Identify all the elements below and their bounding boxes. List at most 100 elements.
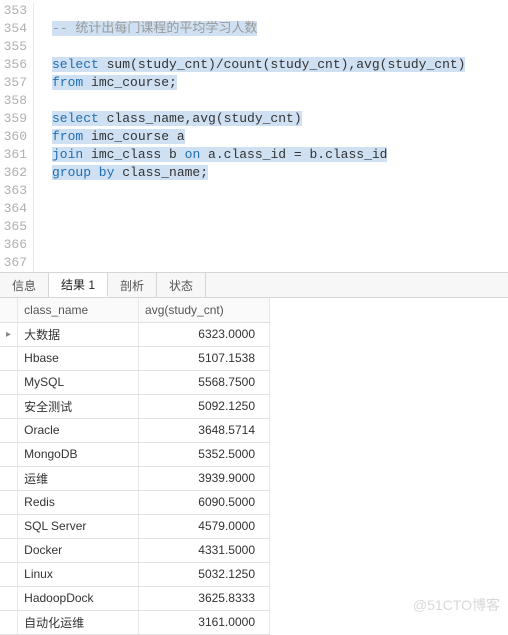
code-token: a.class_id = b.class_id bbox=[208, 147, 387, 162]
table-row[interactable]: 自动化运维3161.0000 bbox=[0, 610, 270, 634]
cell-class-name[interactable]: MySQL bbox=[18, 370, 139, 394]
cell-class-name[interactable]: 自动化运维 bbox=[18, 610, 139, 634]
cell-avg[interactable]: 6323.0000 bbox=[139, 322, 270, 346]
line-number: 365 bbox=[0, 218, 27, 236]
code-content[interactable]: -- 统计出每门课程的平均学习人数 select sum(study_cnt)/c… bbox=[34, 2, 508, 272]
code-line[interactable] bbox=[52, 38, 508, 56]
code-token: class_name,avg(study_cnt) bbox=[107, 111, 302, 126]
col-avg[interactable]: avg(study_cnt) bbox=[139, 298, 270, 322]
cell-avg[interactable]: 3648.5714 bbox=[139, 418, 270, 442]
code-token: imc_class b bbox=[91, 147, 185, 162]
code-line[interactable] bbox=[52, 218, 508, 236]
code-line[interactable]: select class_name,avg(study_cnt) bbox=[52, 110, 508, 128]
cell-class-name[interactable]: Hbase bbox=[18, 346, 139, 370]
cell-class-name[interactable]: 运维 bbox=[18, 466, 139, 490]
cell-avg[interactable]: 5092.1250 bbox=[139, 394, 270, 418]
cell-class-name[interactable]: 安全测试 bbox=[18, 394, 139, 418]
code-line[interactable]: -- 统计出每门课程的平均学习人数 bbox=[52, 20, 508, 38]
table-row[interactable]: MongoDB5352.5000 bbox=[0, 442, 270, 466]
row-indicator bbox=[0, 610, 18, 634]
cell-avg[interactable]: 5032.1250 bbox=[139, 562, 270, 586]
tab-状态[interactable]: 状态 bbox=[157, 273, 206, 297]
tab-剖析[interactable]: 剖析 bbox=[108, 273, 157, 297]
table-row[interactable]: Docker4331.5000 bbox=[0, 538, 270, 562]
code-token: class_name; bbox=[122, 165, 208, 180]
line-number: 362 bbox=[0, 164, 27, 182]
row-indicator: ▸ bbox=[0, 322, 18, 346]
row-indicator bbox=[0, 538, 18, 562]
line-number: 360 bbox=[0, 128, 27, 146]
code-token: imc_course; bbox=[91, 75, 177, 90]
table-row[interactable]: ▸大数据6323.0000 bbox=[0, 322, 270, 346]
grid-header-row: class_name avg(study_cnt) bbox=[0, 298, 270, 322]
table-row[interactable]: MySQL5568.7500 bbox=[0, 370, 270, 394]
cell-class-name[interactable]: 大数据 bbox=[18, 322, 139, 346]
cell-avg[interactable]: 5568.7500 bbox=[139, 370, 270, 394]
cell-avg[interactable]: 3939.9000 bbox=[139, 466, 270, 490]
line-number: 355 bbox=[0, 38, 27, 56]
tab-信息[interactable]: 信息 bbox=[0, 273, 49, 297]
row-indicator bbox=[0, 466, 18, 490]
sql-editor[interactable]: 3533543553563573583593603613623633643653… bbox=[0, 0, 508, 272]
row-indicator-header bbox=[0, 298, 18, 322]
code-line[interactable] bbox=[52, 2, 508, 20]
cell-avg[interactable]: 3625.8333 bbox=[139, 586, 270, 610]
cell-avg[interactable]: 4331.5000 bbox=[139, 538, 270, 562]
code-line[interactable] bbox=[52, 92, 508, 110]
row-indicator bbox=[0, 490, 18, 514]
cell-class-name[interactable]: Docker bbox=[18, 538, 139, 562]
code-token: group by bbox=[52, 165, 122, 180]
code-token: join bbox=[52, 147, 91, 162]
line-number: 356 bbox=[0, 56, 27, 74]
table-row[interactable]: Linux5032.1250 bbox=[0, 562, 270, 586]
code-line[interactable]: group by class_name; bbox=[52, 164, 508, 182]
cell-avg[interactable]: 5352.5000 bbox=[139, 442, 270, 466]
table-row[interactable]: 运维3939.9000 bbox=[0, 466, 270, 490]
col-class-name[interactable]: class_name bbox=[18, 298, 139, 322]
table-row[interactable]: 安全测试5092.1250 bbox=[0, 394, 270, 418]
code-line[interactable]: select sum(study_cnt)/count(study_cnt),a… bbox=[52, 56, 508, 74]
row-indicator bbox=[0, 346, 18, 370]
code-token: on bbox=[185, 147, 208, 162]
code-line[interactable] bbox=[52, 254, 508, 272]
code-line[interactable] bbox=[52, 236, 508, 254]
cell-avg[interactable]: 6090.5000 bbox=[139, 490, 270, 514]
result-grid[interactable]: class_name avg(study_cnt) ▸大数据6323.0000H… bbox=[0, 298, 270, 635]
cell-class-name[interactable]: Linux bbox=[18, 562, 139, 586]
cell-avg[interactable]: 3161.0000 bbox=[139, 610, 270, 634]
code-line[interactable]: from imc_course; bbox=[52, 74, 508, 92]
line-number: 358 bbox=[0, 92, 27, 110]
cell-class-name[interactable]: Redis bbox=[18, 490, 139, 514]
row-indicator bbox=[0, 514, 18, 538]
watermark: @51CTO博客 bbox=[413, 595, 500, 615]
line-number: 363 bbox=[0, 182, 27, 200]
row-indicator bbox=[0, 562, 18, 586]
line-number: 353 bbox=[0, 2, 27, 20]
table-row[interactable]: HadoopDock3625.8333 bbox=[0, 586, 270, 610]
row-indicator bbox=[0, 418, 18, 442]
tab-结果 1[interactable]: 结果 1 bbox=[49, 273, 108, 297]
code-line[interactable] bbox=[52, 200, 508, 218]
cell-avg[interactable]: 4579.0000 bbox=[139, 514, 270, 538]
table-row[interactable]: Redis6090.5000 bbox=[0, 490, 270, 514]
cell-class-name[interactable]: SQL Server bbox=[18, 514, 139, 538]
line-number: 354 bbox=[0, 20, 27, 38]
code-line[interactable]: join imc_class b on a.class_id = b.class… bbox=[52, 146, 508, 164]
row-indicator bbox=[0, 442, 18, 466]
cell-avg[interactable]: 5107.1538 bbox=[139, 346, 270, 370]
table-row[interactable]: SQL Server4579.0000 bbox=[0, 514, 270, 538]
table-row[interactable]: Hbase5107.1538 bbox=[0, 346, 270, 370]
cell-class-name[interactable]: HadoopDock bbox=[18, 586, 139, 610]
code-token: sum(study_cnt)/count(study_cnt),avg(stud… bbox=[107, 57, 466, 72]
line-number: 357 bbox=[0, 74, 27, 92]
cell-class-name[interactable]: Oracle bbox=[18, 418, 139, 442]
code-token: select bbox=[52, 57, 107, 72]
code-line[interactable] bbox=[52, 182, 508, 200]
cell-class-name[interactable]: MongoDB bbox=[18, 442, 139, 466]
line-number: 366 bbox=[0, 236, 27, 254]
code-line[interactable]: from imc_course a bbox=[52, 128, 508, 146]
table-row[interactable]: Oracle3648.5714 bbox=[0, 418, 270, 442]
row-indicator bbox=[0, 586, 18, 610]
code-token: -- 统计出每门课程的平均学习人数 bbox=[52, 21, 257, 36]
row-indicator bbox=[0, 394, 18, 418]
